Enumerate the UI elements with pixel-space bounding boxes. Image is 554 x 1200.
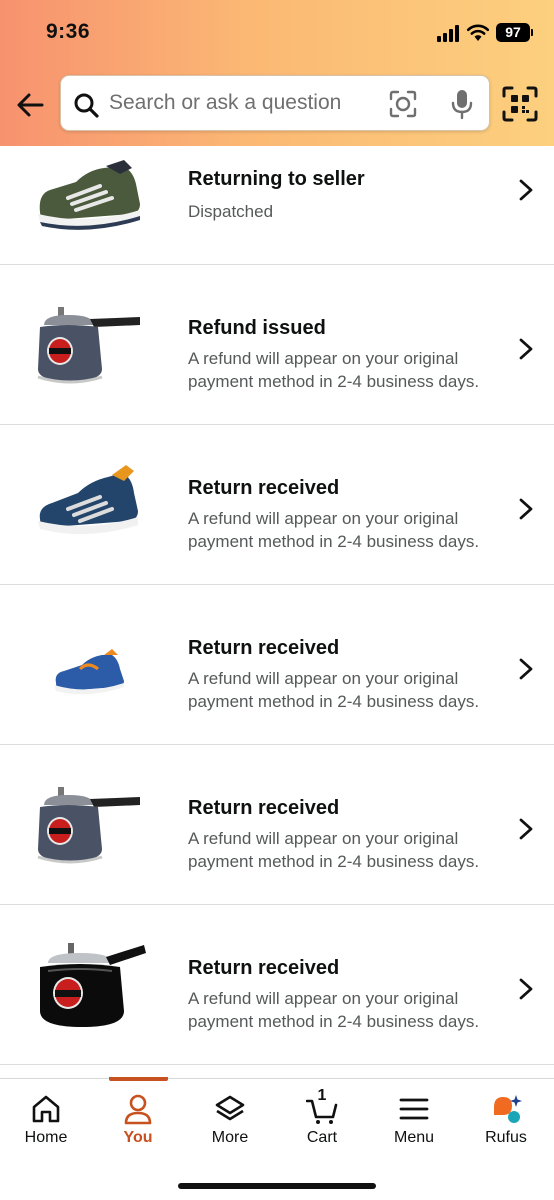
order-status-detail: A refund will appear on your original pa… bbox=[188, 349, 480, 391]
tab-home-label: Home bbox=[24, 1129, 68, 1146]
chevron-right-icon bbox=[519, 338, 533, 360]
order-status-title: Return received bbox=[188, 477, 340, 499]
hamburger-menu-icon bbox=[399, 1098, 429, 1120]
battery-tip bbox=[531, 29, 533, 36]
product-image-grey-pressure-cooker bbox=[37, 787, 140, 864]
chevron-right-icon bbox=[519, 498, 533, 520]
search-input[interactable] bbox=[109, 86, 379, 120]
order-status-detail: A refund will appear on your original pa… bbox=[188, 989, 480, 1031]
cellular-signal-icon bbox=[437, 24, 461, 42]
product-image-blue-sneaker bbox=[54, 649, 124, 695]
microphone-icon[interactable] bbox=[449, 88, 475, 120]
person-icon bbox=[124, 1094, 152, 1125]
order-status-title: Returning to seller bbox=[188, 168, 365, 190]
list-item[interactable]: Return received A refund will appear on … bbox=[0, 745, 554, 905]
tab-cart-label: Cart bbox=[306, 1129, 338, 1146]
bottom-tab-bar: Home You More 1 Cart Menu Rufus bbox=[0, 1077, 554, 1200]
product-image-grey-pressure-cooker bbox=[37, 307, 140, 384]
rufus-assistant-icon bbox=[494, 1095, 522, 1123]
order-status-detail: A refund will appear on your original pa… bbox=[188, 669, 480, 711]
order-status-title: Return received bbox=[188, 957, 340, 979]
chevron-right-icon bbox=[519, 658, 533, 680]
tab-more[interactable]: More bbox=[184, 1079, 276, 1159]
tab-you-label: You bbox=[123, 1129, 153, 1146]
product-image-black-pressure-cooker bbox=[40, 943, 146, 1027]
chevron-right-icon bbox=[519, 818, 533, 840]
product-image-navy-sneaker bbox=[38, 465, 138, 535]
camera-search-icon[interactable] bbox=[389, 90, 417, 118]
chevron-right-icon bbox=[519, 978, 533, 1000]
order-status-title: Return received bbox=[188, 797, 340, 819]
tab-menu-label: Menu bbox=[393, 1129, 435, 1146]
tab-you[interactable]: You bbox=[92, 1079, 184, 1159]
app-header: 9:36 97 bbox=[0, 0, 554, 146]
tab-home[interactable]: Home bbox=[0, 1079, 92, 1159]
tab-menu[interactable]: Menu bbox=[368, 1079, 460, 1159]
search-icon bbox=[74, 93, 99, 118]
order-status-detail: A refund will appear on your original pa… bbox=[188, 829, 480, 871]
tab-cart[interactable]: 1 Cart bbox=[276, 1079, 368, 1159]
order-status-title: Refund issued bbox=[188, 317, 326, 339]
chevron-right-icon bbox=[519, 179, 533, 201]
home-icon bbox=[32, 1095, 60, 1123]
home-indicator bbox=[178, 1183, 376, 1189]
order-status-detail: Dispatched bbox=[188, 202, 274, 221]
battery-indicator: 97 bbox=[496, 23, 530, 42]
layers-icon bbox=[215, 1095, 245, 1121]
list-item[interactable]: Return received A refund will appear on … bbox=[0, 905, 554, 1065]
wifi-icon bbox=[466, 24, 490, 41]
status-time: 9:36 bbox=[46, 20, 91, 43]
search-bar[interactable] bbox=[60, 75, 490, 131]
tab-rufus[interactable]: Rufus bbox=[460, 1079, 552, 1159]
tab-rufus-label: Rufus bbox=[485, 1129, 527, 1146]
tab-more-label: More bbox=[211, 1129, 249, 1146]
list-item[interactable]: Returning to seller Dispatched bbox=[0, 146, 554, 265]
list-item[interactable]: Refund issued A refund will appear on yo… bbox=[0, 265, 554, 425]
product-image-grey-sneaker bbox=[38, 160, 140, 230]
order-status-title: Return received bbox=[188, 637, 340, 659]
qr-scanner-icon[interactable] bbox=[502, 86, 538, 122]
status-bar: 9:36 97 bbox=[0, 0, 554, 66]
order-status-detail: A refund will appear on your original pa… bbox=[188, 509, 480, 551]
list-item[interactable]: Return received A refund will appear on … bbox=[0, 425, 554, 585]
list-item[interactable]: Return received A refund will appear on … bbox=[0, 585, 554, 745]
cart-icon bbox=[306, 1099, 338, 1124]
back-arrow-icon[interactable] bbox=[12, 88, 48, 122]
